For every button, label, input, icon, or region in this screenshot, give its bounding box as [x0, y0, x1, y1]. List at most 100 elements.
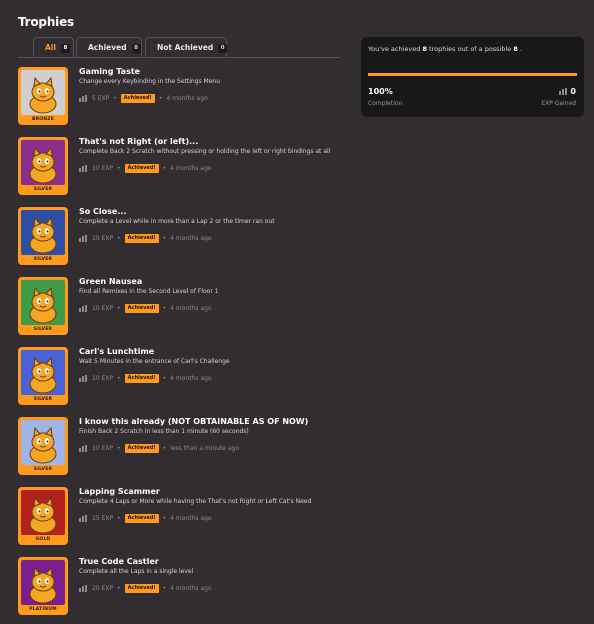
- achieved-badge: Achieved!: [124, 583, 159, 593]
- achieved-badge: Achieved!: [124, 443, 159, 453]
- trophy-meta: 10 EXP • Achieved! • 4 months ago: [79, 303, 212, 313]
- trophy-name: Gaming Taste: [79, 67, 141, 76]
- tab-all[interactable]: All 8: [33, 37, 74, 57]
- tab-count: 0: [218, 44, 228, 53]
- trophy-item[interactable]: SILVER That's not Right (or left)... Com…: [18, 137, 348, 195]
- trophy-name: Carl's Lunchtime: [79, 347, 155, 356]
- achieved-badge: Achieved!: [124, 513, 159, 523]
- trophy-time: 4 months ago: [170, 374, 212, 382]
- trophy-time: less than a minute ago: [170, 444, 240, 452]
- separator-dot: •: [162, 234, 167, 242]
- achieved-badge: Achieved!: [124, 233, 159, 243]
- trophy-meta: 15 EXP • Achieved! • 4 months ago: [79, 513, 212, 523]
- trophy-badge: PLATINUM: [18, 557, 68, 615]
- trophy-time: 4 months ago: [166, 94, 208, 102]
- trophy-tier: SILVER: [33, 187, 53, 192]
- trophy-time: 4 months ago: [170, 164, 212, 172]
- trophy-exp: 15 EXP: [92, 514, 114, 522]
- summary-prefix: You've achieved: [368, 45, 421, 53]
- trophy-badge: SILVER: [18, 207, 68, 265]
- trophy-meta: 10 EXP • Achieved! • 4 months ago: [79, 373, 212, 383]
- achieved-badge: Achieved!: [124, 303, 159, 313]
- trophy-badge: SILVER: [18, 417, 68, 475]
- trophy-description: Finish Back 2 Scratch in less than 1 min…: [79, 428, 249, 435]
- exp-gained: 0: [559, 87, 576, 96]
- tab-count: 8: [60, 44, 70, 53]
- trophy-badge: BRONZE: [18, 67, 68, 125]
- separator-dot: •: [117, 164, 121, 172]
- tab-count: 8: [131, 44, 141, 53]
- trophy-item[interactable]: PLATINUM True Code Castler Complete all …: [18, 557, 348, 615]
- completion-value: 100%: [368, 87, 393, 96]
- exp-icon: [559, 88, 568, 95]
- tab-label: Not Achieved: [157, 43, 214, 52]
- trophy-item[interactable]: SILVER Carl's Lunchtime Wait 5 Minutes i…: [18, 347, 348, 405]
- trophy-exp: 5 EXP: [92, 94, 110, 102]
- no-arrows-icon: [21, 140, 65, 185]
- trophy-badge: GOLD: [18, 487, 68, 545]
- crowned-cat-icon: [21, 560, 65, 605]
- trophy-name: Green Nausea: [79, 277, 143, 286]
- trophy-time: 4 months ago: [170, 584, 212, 592]
- trophy-time: 4 months ago: [170, 304, 212, 312]
- exp-icon: [79, 444, 87, 452]
- trophy-description: Wait 5 Minutes in the entrance of Carl's…: [79, 358, 230, 365]
- trophy-meta: 20 EXP • Achieved! • 4 months ago: [79, 583, 212, 593]
- trophy-meta: 10 EXP • Achieved! • 4 months ago: [79, 233, 212, 243]
- summary-suffix: .: [520, 45, 523, 53]
- trophy-tier: SILVER: [33, 257, 53, 262]
- trophy-description: Complete Back 2 Scratch without pressing…: [79, 148, 331, 155]
- achieved-count: 8: [422, 45, 427, 53]
- separator-dot: •: [162, 164, 167, 172]
- tab-label: All: [45, 43, 56, 52]
- trophy-tier: GOLD: [35, 537, 51, 542]
- tab-label: Achieved: [88, 43, 127, 52]
- exp-icon: [79, 304, 87, 312]
- filter-tabs: All 8 Achieved 8 Not Achieved 0: [18, 37, 340, 58]
- achieved-badge: Achieved!: [124, 373, 159, 383]
- achieved-badge: Achieved!: [124, 163, 159, 173]
- trophy-exp: 10 EXP: [92, 164, 114, 172]
- trophy-tier: SILVER: [33, 327, 53, 332]
- trophy-exp: 10 EXP: [92, 234, 114, 242]
- trophy-item[interactable]: SILVER I know this already (NOT OBTAINAB…: [18, 417, 348, 475]
- separator-dot: •: [162, 304, 167, 312]
- trophy-badge: SILVER: [18, 137, 68, 195]
- trophy-badge: SILVER: [18, 277, 68, 335]
- trophy-item[interactable]: GOLD Lapping Scammer Complete 4 Laps or …: [18, 487, 348, 545]
- trophy-name: True Code Castler: [79, 557, 159, 566]
- trophy-time: 4 months ago: [170, 514, 212, 522]
- separator-dot: •: [117, 374, 121, 382]
- progress-fill: [368, 73, 577, 76]
- page-title: Trophies: [18, 15, 74, 29]
- exp-icon: [79, 584, 87, 592]
- separator-dot: •: [162, 444, 167, 452]
- trophy-name: I know this already (NOT OBTAINABLE AS O…: [79, 417, 309, 426]
- scammer-cat-icon: [21, 490, 65, 535]
- summary-text: You've achieved 8 trophies out of a poss…: [368, 45, 522, 53]
- trophy-item[interactable]: SILVER So Close... Complete a Level whil…: [18, 207, 348, 265]
- trophy-description: Complete 4 Laps or More while having the…: [79, 498, 312, 505]
- summary-middle: trophies out of a possible: [429, 45, 512, 53]
- separator-dot: •: [117, 514, 121, 522]
- trophy-item[interactable]: SILVER Green Nausea Find all Remixes in …: [18, 277, 348, 335]
- trophy-meta: 5 EXP • Achieved! • 4 months ago: [79, 93, 208, 103]
- separator-dot: •: [162, 584, 167, 592]
- tab-not-achieved[interactable]: Not Achieved 0: [145, 37, 228, 57]
- total-count: 8: [513, 45, 518, 53]
- achieved-badge: Achieved!: [120, 93, 155, 103]
- completion-progress-bar: [368, 73, 577, 76]
- separator-dot: •: [117, 304, 121, 312]
- separator-dot: •: [162, 514, 167, 522]
- trophy-name: That's not Right (or left)...: [79, 137, 199, 146]
- carl-icon: [21, 350, 65, 395]
- exp-icon: [79, 514, 87, 522]
- clock-cat-icon: [21, 210, 65, 255]
- trophy-tier: PLATINUM: [29, 607, 57, 612]
- trophy-description: Complete all the Laps in a single level: [79, 568, 194, 575]
- exp-label: EXP Gained: [541, 100, 576, 107]
- trophy-tier: BRONZE: [31, 117, 55, 122]
- trophy-item[interactable]: BRONZE Gaming Taste Change every Keybind…: [18, 67, 348, 125]
- exp-value: 0: [570, 87, 576, 96]
- tab-achieved[interactable]: Achieved 8: [76, 37, 142, 57]
